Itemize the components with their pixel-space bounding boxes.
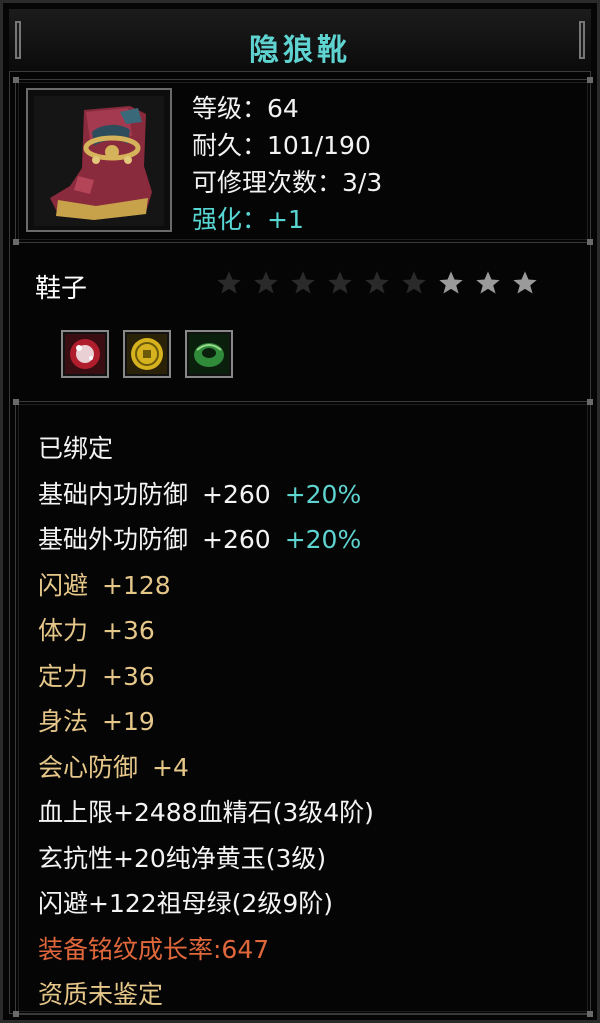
item-durability: 耐久：101/190 (192, 131, 371, 160)
item-name: 隐狼靴 (249, 33, 351, 68)
green-jade-icon (189, 334, 229, 374)
attr-inner-def: 基础内功防御 +260 +20% (38, 479, 362, 509)
star-icon (254, 271, 278, 294)
red-gem-icon (65, 334, 105, 374)
bound-status: 已绑定 (38, 434, 114, 463)
title-bar: 隐狼靴 (9, 9, 591, 72)
item-header-panel: 等级：64 耐久：101/190 可修理次数：3/3 强化：+1 (13, 77, 593, 245)
star-rating (215, 269, 539, 297)
star-icon (365, 271, 389, 294)
item-repair-count: 可修理次数：3/3 (192, 168, 383, 197)
gem-bonus-2: 玄抗性+20纯净黄玉(3级) (38, 843, 327, 873)
star-icon (476, 271, 500, 294)
growth-rate: 装备铭纹成长率:647 (38, 934, 270, 964)
gem-bonus-3: 闪避+122祖母绿(2级9阶) (38, 889, 333, 918)
item-icon-frame[interactable] (26, 88, 172, 232)
gold-coin-icon (127, 334, 167, 374)
quality-status: 资质未鉴定 (38, 980, 164, 1009)
star-icon (217, 271, 241, 294)
attr-outer-def: 基础外功防御 +260 +20% (38, 525, 362, 554)
item-meta: 等级：64 耐久：101/190 可修理次数：3/3 强化：+1 (192, 90, 382, 238)
star-icon (328, 271, 352, 294)
boot-icon (34, 96, 164, 226)
item-type: 鞋子 (35, 274, 88, 304)
attribute-list: 已绑定 基础内功防御 +260 +20% 基础外功防御 +260 +20% 闪避 +128… (38, 426, 374, 1018)
socket-3[interactable] (185, 330, 233, 378)
socket-2[interactable] (123, 330, 171, 378)
star-icon (291, 271, 315, 294)
attr-stamina: 体力 +36 (38, 616, 155, 645)
attr-agility: 身法 +19 (38, 707, 155, 736)
star-icon (513, 271, 537, 294)
attr-dodge: 闪避 +128 (38, 570, 171, 600)
item-enhance: 强化：+1 (192, 205, 304, 234)
socket-1[interactable] (61, 330, 109, 378)
attr-crit-def: 会心防御 +4 (38, 752, 189, 782)
item-level: 等级：64 (192, 94, 299, 123)
gem-sockets (61, 330, 233, 378)
attr-focus: 定力 +36 (38, 661, 155, 691)
star-icon (402, 271, 426, 294)
attributes-panel: 已绑定 基础内功防御 +260 +20% 基础外功防御 +260 +20% 闪避 +128… (13, 399, 593, 1018)
item-tooltip: 隐狼靴 等级：64 耐久：101/190 可修理次数：3/3 强化：+1 鞋子 … (0, 0, 600, 1023)
title-cap-right (579, 21, 585, 59)
star-icon (439, 271, 463, 294)
gem-bonus-1: 血上限+2488血精石(3级4阶) (38, 798, 374, 827)
